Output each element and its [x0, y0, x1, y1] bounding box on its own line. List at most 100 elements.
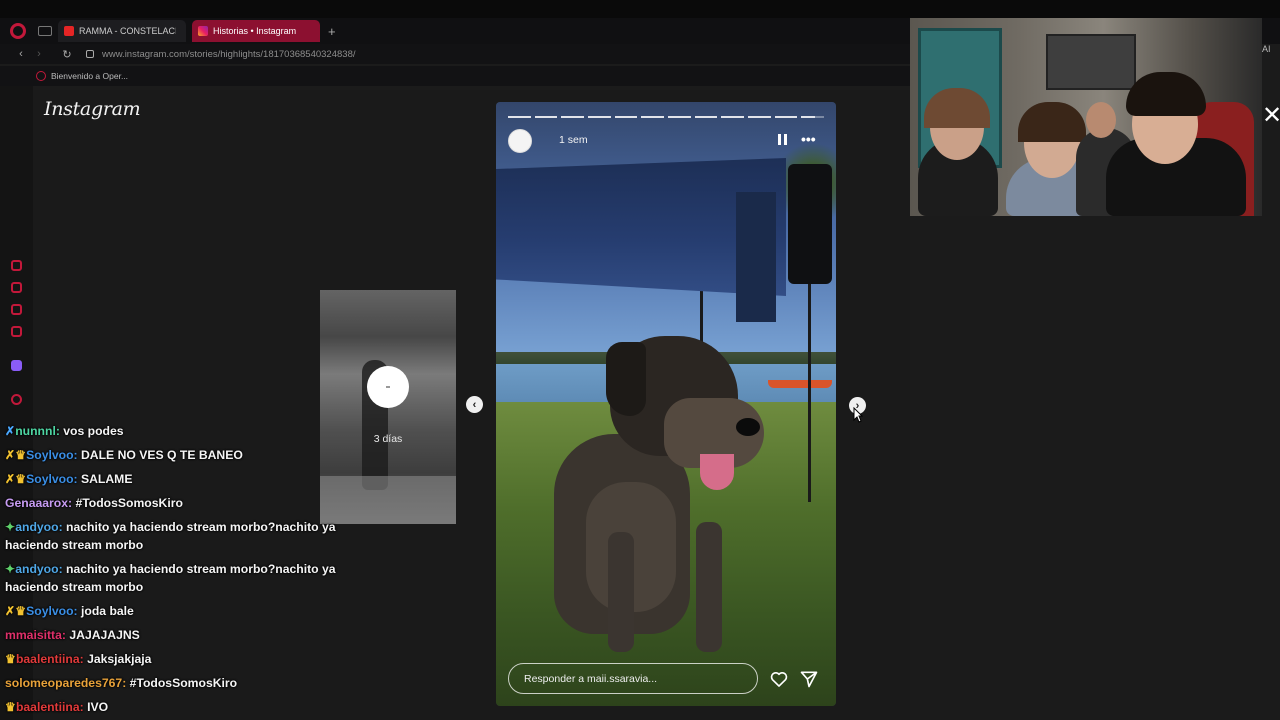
webcam-tv: [1046, 34, 1136, 90]
chat-message: ✗♛Soylvoo: SALAME: [5, 470, 355, 488]
chat-username[interactable]: Genaaarox: [5, 496, 68, 510]
chat-separator: :: [73, 472, 81, 486]
story-tent-flap: [736, 192, 776, 322]
chat-text: Jaksjakjaja: [87, 652, 152, 666]
bookmark-item[interactable]: Bienvenido a Oper...: [51, 71, 128, 81]
avatar-placeholder-icon: [386, 386, 390, 388]
chat-username[interactable]: Soylvoo: [26, 604, 73, 618]
tab-instagram[interactable]: Historias • Instagram: [192, 20, 320, 42]
chat-badge-icon: ✗♛: [5, 448, 27, 462]
progress-segment: [801, 116, 825, 118]
send-icon[interactable]: [799, 669, 819, 689]
progress-segment: [641, 116, 665, 118]
progress-segment: [588, 116, 611, 118]
youtube-icon: [64, 26, 74, 36]
chat-badge-icon: ✦: [5, 562, 16, 576]
tab-label: RAMMA - CONSTELACIÓN: [79, 26, 176, 36]
chat-message: ✗♛Soylvoo: DALE NO VES Q TE BANEO: [5, 446, 355, 464]
chat-username[interactable]: Soylvoo: [26, 472, 73, 486]
dog-leg: [608, 532, 634, 652]
chat-separator: :: [58, 562, 67, 576]
story-boat: [768, 380, 832, 388]
progress-segment: [508, 116, 531, 118]
pause-icon[interactable]: [778, 134, 787, 145]
chat-text: joda bale: [81, 604, 134, 618]
reload-icon[interactable]: ↻: [60, 48, 74, 61]
tab-youtube[interactable]: RAMMA - CONSTELACIÓN: [58, 20, 186, 42]
tab-snap-icon[interactable]: [38, 26, 52, 36]
story-time: 1 sem: [559, 134, 588, 146]
chat-separator: :: [73, 448, 81, 462]
bookmarks-bar: Bienvenido a Oper...: [0, 66, 910, 86]
progress-segment: [668, 116, 691, 118]
lock-icon: [86, 50, 94, 58]
chat-text: JAJAJAJNS: [69, 628, 140, 642]
screen: RAMMA - CONSTELACIÓN Historias • Instagr…: [0, 0, 1280, 720]
chat-username[interactable]: mmaisitta: [5, 628, 62, 642]
chat-username[interactable]: andyoo: [15, 520, 58, 534]
tab-label: Historias • Instagram: [213, 26, 297, 36]
webcam-person-head: [1086, 102, 1116, 138]
twitch-icon[interactable]: [11, 360, 22, 371]
top-strip: [0, 0, 1280, 18]
instagram-sidebar-icon[interactable]: [11, 326, 22, 337]
story-progress-bar: [508, 116, 825, 118]
chat-message: Genaaarox: #TodosSomosKiro: [5, 494, 355, 512]
dog-ear: [606, 342, 646, 416]
chat-username[interactable]: solomeoparedes767: [5, 676, 122, 690]
previous-story-arrow-icon[interactable]: ‹: [466, 396, 483, 413]
progress-segment: [721, 116, 745, 118]
webcam-overlay: [910, 18, 1262, 216]
chat-badge-icon: ✗♛: [5, 472, 27, 486]
opera-logo-icon[interactable]: [10, 23, 26, 39]
whatsapp-icon[interactable]: [11, 304, 22, 315]
chat-text: #TodosSomosKiro: [75, 496, 183, 510]
speaker-stand: [808, 272, 811, 502]
chat-message: solomeoparedes767: #TodosSomosKiro: [5, 674, 355, 692]
forward-icon[interactable]: ›: [32, 48, 46, 60]
story-author-avatar[interactable]: [508, 129, 532, 153]
url-field[interactable]: www.instagram.com/stories/highlights/181…: [102, 49, 356, 60]
chat-message: ✦andyoo: nachito ya haciendo stream morb…: [5, 560, 355, 596]
close-icon[interactable]: ✕: [1262, 104, 1280, 128]
chat-text: #TodosSomosKiro: [129, 676, 238, 690]
progress-segment: [614, 116, 638, 118]
back-icon[interactable]: ‹: [14, 48, 28, 60]
chat-username[interactable]: nunnnl: [15, 424, 56, 438]
instagram-icon: [198, 26, 208, 36]
chat-message: ♛baalentiina: IVO: [5, 698, 355, 716]
progress-segment: [694, 116, 718, 118]
chat-badge-icon: ♛: [5, 700, 16, 714]
chat-message: ♛baalentiina: Jaksjakjaja: [5, 650, 355, 668]
progress-segment: [534, 116, 558, 118]
history-icon[interactable]: [11, 394, 22, 405]
progress-segment: [748, 116, 771, 118]
chat-separator: :: [79, 652, 88, 666]
stream-chat: ✗nunnnl: vos podes ✗♛Soylvoo: DALE NO VES…: [0, 420, 360, 720]
mouse-cursor-icon: [853, 407, 863, 423]
chat-username[interactable]: baalentiina: [16, 652, 80, 666]
chat-username[interactable]: Soylvoo: [26, 448, 73, 462]
heart-icon[interactable]: [769, 669, 789, 689]
more-icon[interactable]: •••: [801, 131, 816, 147]
previous-story-avatar[interactable]: [367, 366, 409, 408]
instagram-logo[interactable]: Instagram: [44, 98, 141, 120]
progress-segment: [774, 116, 798, 118]
chat-badge-icon: ✗: [5, 424, 16, 438]
chat-username[interactable]: baalentiina: [16, 700, 80, 714]
chat-text: DALE NO VES Q TE BANEO: [81, 448, 243, 462]
story-viewer[interactable]: [496, 102, 836, 706]
dog-tongue: [700, 454, 734, 490]
chat-badge-icon: ✦: [5, 520, 16, 534]
messenger-icon[interactable]: [11, 260, 22, 271]
chat-username[interactable]: andyoo: [15, 562, 58, 576]
chat-separator: :: [58, 520, 67, 534]
dog-nose: [736, 418, 760, 436]
bag-icon[interactable]: [11, 282, 22, 293]
reply-input[interactable]: [508, 663, 758, 694]
chat-separator: :: [79, 700, 88, 714]
previous-story-time: 3 días: [373, 433, 403, 445]
ai-label[interactable]: AI: [1262, 44, 1280, 64]
chat-badge-icon: ✗♛: [5, 604, 27, 618]
new-tab-button[interactable]: +: [328, 24, 336, 39]
